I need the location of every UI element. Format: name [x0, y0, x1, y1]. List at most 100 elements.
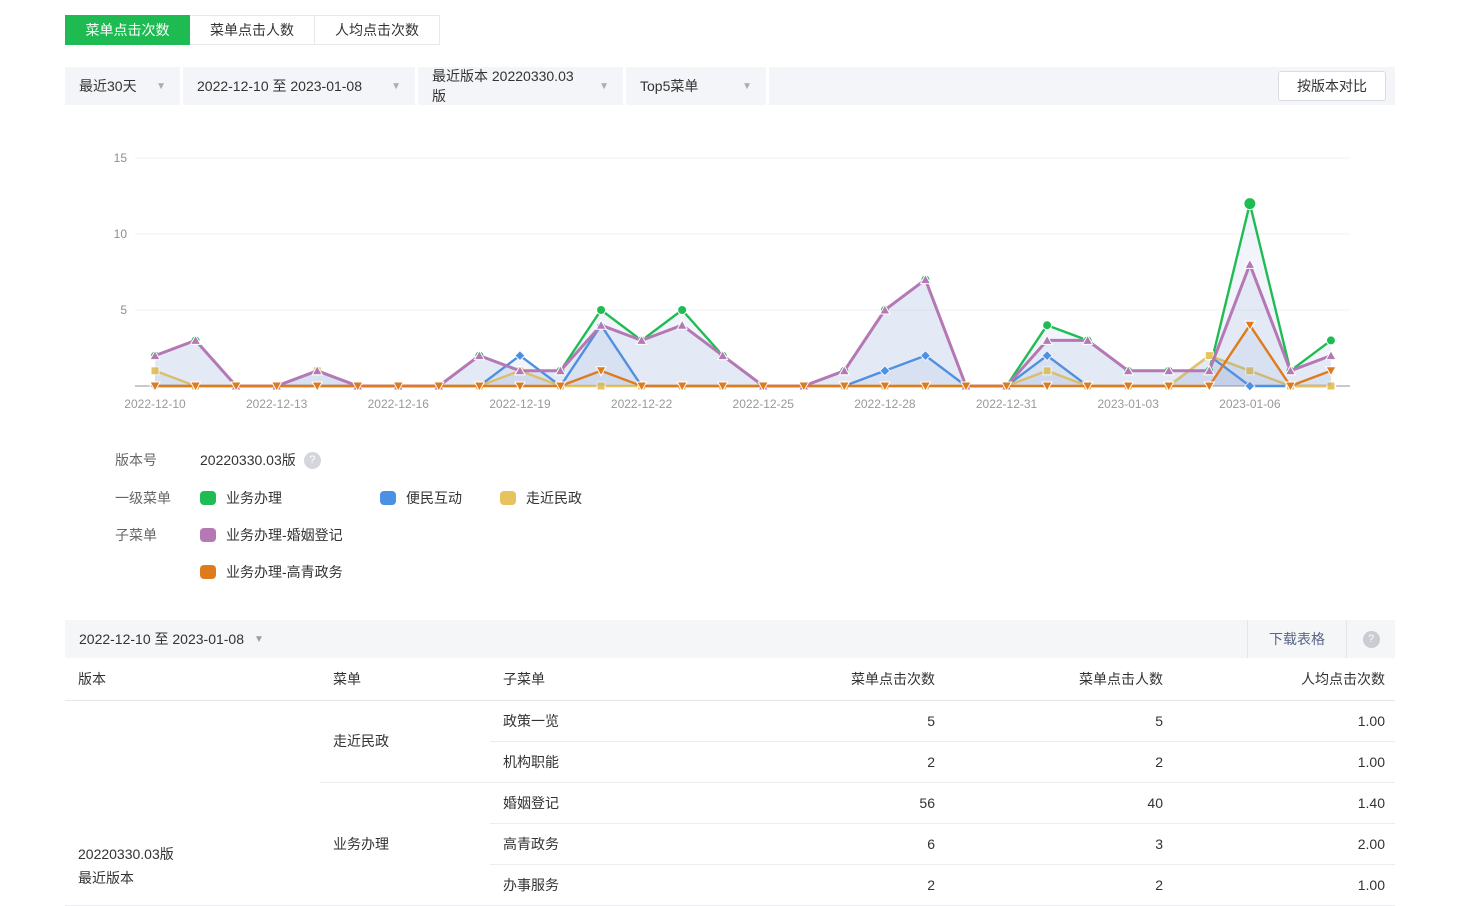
legend-item-便民互动[interactable]: 便民互动 — [380, 488, 500, 508]
table-toolbar: 2022-12-10 至 2023-01-08 ▼ 下载表格 ? — [65, 620, 1395, 658]
version-value: 20220330.03版 — [200, 450, 296, 470]
submenu-cell: 婚姻登记 — [490, 782, 705, 823]
submenu-cell: 政策一览 — [490, 700, 705, 741]
value-cell: 1.00 — [1173, 741, 1395, 782]
compare-by-version-button[interactable]: 按版本对比 — [1278, 71, 1386, 101]
col-header-6: 人均点击次数 — [1173, 658, 1395, 700]
filter-bar-fill: 按版本对比 — [769, 67, 1395, 105]
submenu-cell: 机构职能 — [490, 741, 705, 782]
marker-circle — [597, 306, 606, 315]
submenu-cell: 办事服务 — [490, 864, 705, 905]
legend-item-走近民政[interactable]: 走近民政 — [500, 488, 582, 508]
legend-swatch — [380, 491, 396, 505]
legend-swatch — [200, 565, 216, 579]
table-header-row: 版本菜单子菜单菜单点击次数菜单点击人数人均点击次数 — [65, 658, 1395, 700]
version-tag: 最近版本 — [78, 866, 320, 891]
legend-sub-row-1: 子菜单 业务办理-婚姻登记 — [115, 525, 343, 545]
x-axis-tick: 2023-01-03 — [1098, 397, 1160, 411]
col-header-5: 菜单点击人数 — [945, 658, 1173, 700]
legend-item-业务办理-婚姻登记[interactable]: 业务办理-婚姻登记 — [200, 525, 343, 545]
chevron-down-icon: ▼ — [742, 81, 752, 92]
filter-label: 最近30天 — [79, 76, 137, 96]
filter-version[interactable]: 最近版本 20220330.03版 ▼ — [418, 67, 623, 105]
value-cell: 2.00 — [1173, 823, 1395, 864]
col-header-3: 子菜单 — [490, 658, 705, 700]
legend-item-label: 业务办理-婚姻登记 — [226, 525, 343, 545]
tab-3[interactable]: 人均点击次数 — [315, 15, 440, 45]
marker-square — [1205, 352, 1213, 360]
y-axis-tick: 10 — [114, 227, 128, 241]
level1-label: 一级菜单 — [115, 488, 200, 508]
value-cell: 2 — [705, 741, 945, 782]
tab-2[interactable]: 菜单点击人数 — [190, 15, 315, 45]
chevron-down-icon: ▼ — [156, 81, 166, 92]
filter-bar: 最近30天▼2022-12-10 至 2023-01-08▼最近版本 20220… — [65, 67, 1395, 105]
value-cell: 2 — [705, 864, 945, 905]
value-cell: 3 — [945, 823, 1173, 864]
value-cell: 56 — [705, 782, 945, 823]
series-line-业务办理 — [155, 204, 1331, 386]
menu-cell: 业务办理 — [320, 782, 490, 905]
x-axis-tick: 2022-12-10 — [124, 397, 186, 411]
filter-date-range[interactable]: 2022-12-10 至 2023-01-08 ▼ — [183, 67, 415, 105]
download-table-button[interactable]: 下载表格 — [1247, 620, 1347, 658]
legend-swatch — [200, 491, 216, 505]
submenu-cell: 高青政务 — [490, 823, 705, 864]
sub-label: 子菜单 — [115, 525, 200, 545]
legend-item-业务办理[interactable]: 业务办理 — [200, 488, 380, 508]
legend-level1-row: 一级菜单 业务办理 便民互动 走近民政 — [115, 488, 582, 508]
filter-label: 最近版本 20220330.03版 — [432, 66, 587, 106]
tab-bar: 菜单点击次数菜单点击人数人均点击次数 — [65, 15, 440, 45]
value-cell: 5 — [945, 700, 1173, 741]
legend-item-label: 业务办理-高青政务 — [226, 562, 343, 582]
x-axis-tick: 2022-12-31 — [976, 397, 1038, 411]
menu-clicks-table: 版本菜单子菜单菜单点击次数菜单点击人数人均点击次数 20220330.03版最近… — [65, 658, 1395, 906]
legend-sub-row-2: 业务办理-高青政务 — [115, 562, 343, 582]
x-axis-tick: 2022-12-28 — [854, 397, 916, 411]
table-help-icon[interactable]: ? — [1363, 631, 1380, 648]
x-axis-tick: 2023-01-06 — [1219, 397, 1281, 411]
legend-swatch — [200, 528, 216, 542]
value-cell: 1.00 — [1173, 700, 1395, 741]
col-header-4: 菜单点击次数 — [705, 658, 945, 700]
value-cell: 40 — [945, 782, 1173, 823]
value-cell: 1.40 — [1173, 782, 1395, 823]
chevron-down-icon: ▼ — [254, 634, 264, 645]
y-axis-tick: 15 — [114, 151, 128, 165]
value-cell: 2 — [945, 864, 1173, 905]
series-line-业务办理-婚姻登记 — [155, 264, 1331, 386]
chevron-down-icon: ▼ — [599, 81, 609, 92]
marker-circle — [1043, 321, 1052, 330]
x-axis-tick: 2022-12-13 — [246, 397, 308, 411]
x-axis-tick: 2022-12-25 — [733, 397, 795, 411]
y-axis-tick: 5 — [120, 303, 127, 317]
table-row: 20220330.03版最近版本走近民政政策一览551.00 — [65, 700, 1395, 741]
legend-version-row: 版本号 20220330.03版 ? — [115, 450, 321, 470]
filter-label: 2022-12-10 至 2023-01-08 — [197, 76, 362, 96]
legend-item-业务办理-高青政务[interactable]: 业务办理-高青政务 — [200, 562, 343, 582]
version-help-icon[interactable]: ? — [304, 452, 321, 469]
menu-clicks-line-chart[interactable]: 5 10 15 2022-12-10 2022-12-13 2022-12-16 2022-… — [65, 140, 1355, 425]
col-header-2: 菜单 — [320, 658, 490, 700]
filter-topn[interactable]: Top5菜单 ▼ — [626, 67, 766, 105]
chevron-down-icon: ▼ — [391, 81, 401, 92]
legend-item-label: 便民互动 — [406, 488, 462, 508]
filter-label: Top5菜单 — [640, 76, 698, 96]
x-axis-tick: 2022-12-19 — [489, 397, 551, 411]
legend-item-label: 走近民政 — [526, 488, 582, 508]
filter-period[interactable]: 最近30天 ▼ — [65, 67, 180, 105]
x-axis-tick: 2022-12-22 — [611, 397, 673, 411]
value-cell: 6 — [705, 823, 945, 864]
value-cell: 5 — [705, 700, 945, 741]
menu-cell: 走近民政 — [320, 700, 490, 782]
legend-swatch — [500, 491, 516, 505]
version-name: 20220330.03版 — [78, 842, 320, 867]
marker-circle — [678, 306, 687, 315]
value-cell: 2 — [945, 741, 1173, 782]
table-date-range[interactable]: 2022-12-10 至 2023-01-08 — [79, 629, 244, 649]
value-cell: 1.00 — [1173, 864, 1395, 905]
x-axis-tick: 2022-12-16 — [368, 397, 430, 411]
tab-1[interactable]: 菜单点击次数 — [65, 15, 190, 45]
version-cell: 20220330.03版最近版本 — [65, 700, 320, 905]
legend-item-label: 业务办理 — [226, 488, 282, 508]
